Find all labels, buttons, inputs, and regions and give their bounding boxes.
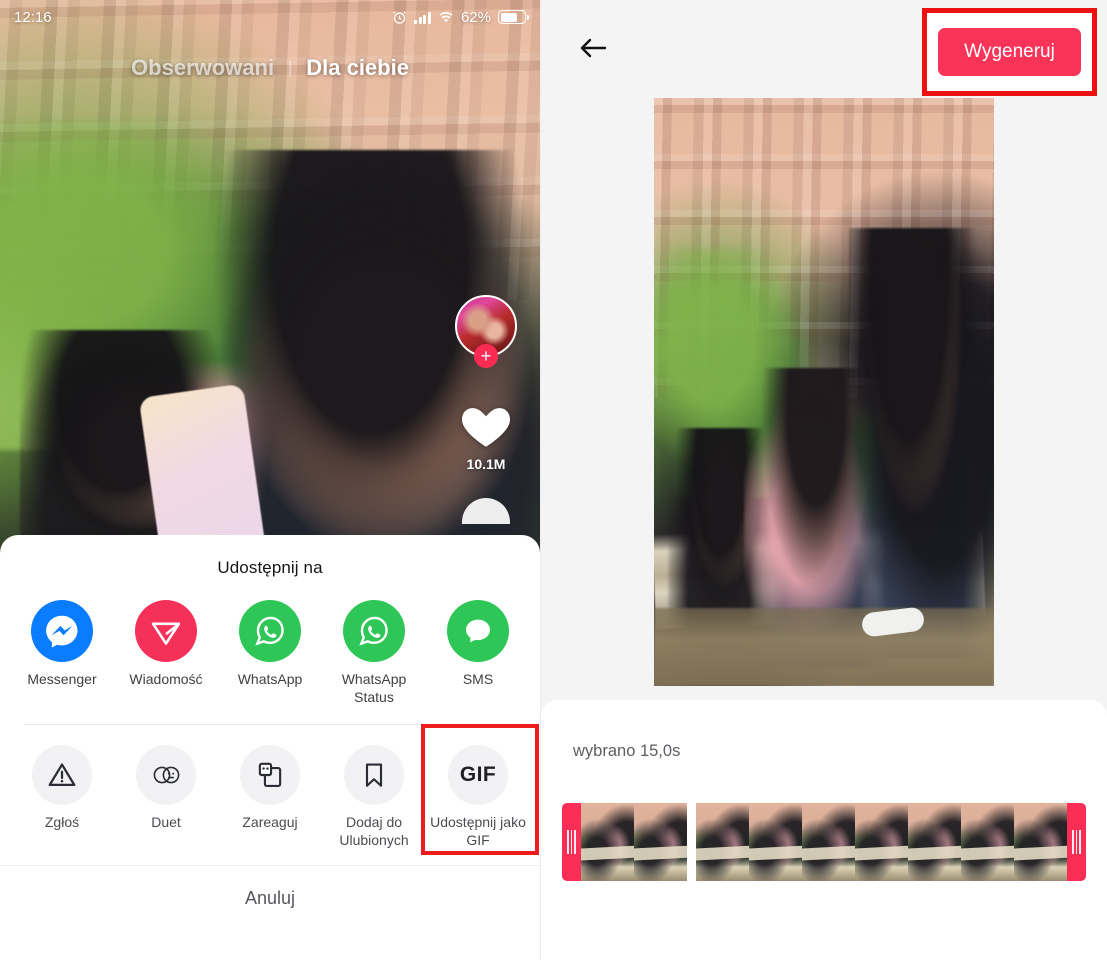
preview-person-standing [849,228,994,658]
share-target-label: WhatsApp [237,671,303,687]
back-arrow-icon[interactable] [573,28,613,68]
like-button[interactable]: 10.1M [448,399,524,472]
timeline-sheet: wybrano 15,0s [541,700,1107,960]
filmstrip-frames-group-1 [581,803,687,881]
share-target-label: Wiadomość [129,671,203,687]
like-count: 10.1M [466,456,506,472]
trim-filmstrip[interactable] [562,803,1086,881]
share-target-whatsapp-status[interactable]: WhatsApp Status [324,600,424,706]
share-target-whatsapp[interactable]: WhatsApp [220,600,320,689]
gif-icon: GIF [448,745,508,805]
wifi-icon [438,11,454,24]
action-label: Udostępnij jako GIF [430,814,526,848]
action-duet[interactable]: Duet [116,745,216,832]
action-label: Zareaguj [242,814,298,830]
action-report[interactable]: Zgłoś [12,745,112,832]
share-sheet-title: Udostępnij na [217,558,323,577]
messenger-icon [31,600,93,662]
action-react[interactable]: Zareaguj [220,745,320,832]
share-sheet: Udostępnij na Messenger Wiadomość WhatsA… [0,535,540,960]
filmstrip-frame [634,803,687,881]
share-target-label: WhatsApp Status [341,671,407,705]
react-icon [240,745,300,805]
signal-icon [414,11,431,24]
action-label: Duet [151,814,181,830]
feed-tabs: Obserwowani | Dla ciebie [0,55,540,81]
tab-separator: | [288,59,293,76]
trim-handle-left[interactable] [562,803,581,881]
share-actions-row: Zgłoś Duet Zareaguj Dodaj do Ulubionych … [0,724,540,855]
avatar-wrapper[interactable]: + [455,295,517,368]
filmstrip-frame [961,803,1014,881]
video-action-rail: + 10.1M [448,295,524,524]
gif-editor-header: Wygeneruj [541,0,1107,96]
warning-triangle-icon [32,745,92,805]
alarm-icon [392,10,407,25]
whatsapp-status-icon [343,600,405,662]
filmstrip-frame [802,803,855,881]
sms-icon [447,600,509,662]
filmstrip-frames-group-2 [696,803,1067,881]
selection-duration-label: wybrano 15,0s [573,742,681,760]
action-label: Zgłoś [44,814,80,830]
filmstrip-frame [581,803,634,881]
plus-icon[interactable]: + [474,344,498,368]
video-preview[interactable] [654,98,994,686]
share-target-messenger[interactable]: Messenger [12,600,112,689]
battery-icon [498,10,529,24]
whatsapp-icon [239,600,301,662]
heart-icon [458,408,514,453]
comment-button-partial[interactable] [462,498,510,524]
share-target-sms[interactable]: SMS [428,600,528,689]
cancel-button[interactable]: Anuluj [0,866,540,909]
action-share-as-gif[interactable]: GIF Udostępnij jako GIF [421,724,539,855]
share-target-label: Messenger [27,671,97,687]
status-bar: 12:16 62% [0,0,540,34]
bookmark-icon [344,745,404,805]
status-bar-time: 12:16 [14,8,52,26]
filmstrip-frame [1014,803,1067,881]
duet-icon [136,745,196,805]
preview-ground [654,608,994,686]
gif-editor-screen: Wygeneruj wybrano 15,0s [540,0,1107,960]
filmstrip-frame [908,803,961,881]
share-target-label: SMS [462,671,494,687]
filmstrip-frame [855,803,908,881]
battery-percent-label: 62% [460,8,491,26]
filmstrip-frame [696,803,749,881]
status-bar-icons: 62% [392,8,529,26]
filmstrip-wrapper [541,803,1107,881]
tab-following[interactable]: Obserwowani [131,55,274,81]
gif-icon-label: GIF [459,763,497,786]
action-label: Dodaj do Ulubionych [339,814,409,848]
action-add-to-favorites[interactable]: Dodaj do Ulubionych [324,745,424,849]
filmstrip-frame [749,803,802,881]
share-apps-row: Messenger Wiadomość WhatsApp WhatsApp St… [0,578,540,706]
direct-message-icon [135,600,197,662]
tab-for-you[interactable]: Dla ciebie [306,55,409,81]
screenshot-root: 12:16 62% Obserwowani | Dla ciebie + 10.… [0,0,1107,960]
tiktok-video-screen: 12:16 62% Obserwowani | Dla ciebie + 10.… [0,0,540,960]
filmstrip-gap [687,803,696,881]
generate-button[interactable]: Wygeneruj [938,28,1081,76]
share-target-direct-message[interactable]: Wiadomość [116,600,216,689]
preview-area [541,98,1107,686]
trim-handle-right[interactable] [1067,803,1086,881]
